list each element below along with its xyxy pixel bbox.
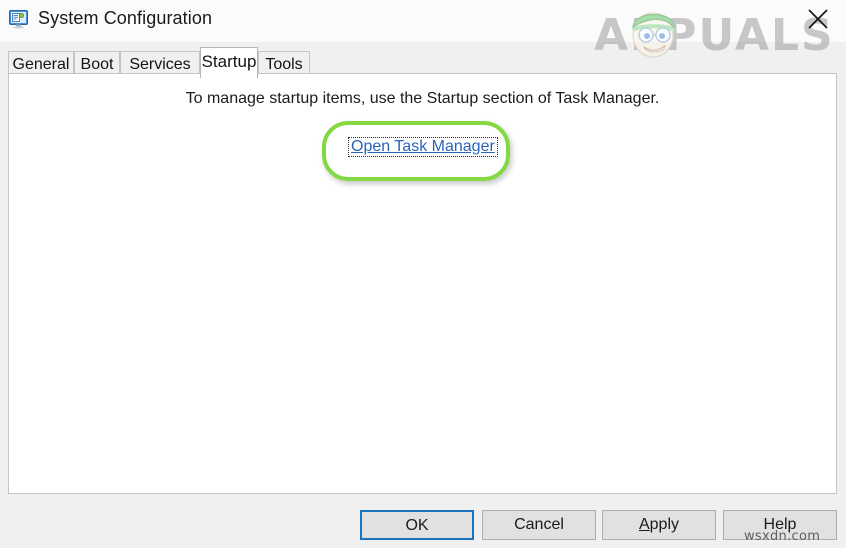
cancel-button[interactable]: Cancel [482,510,596,540]
startup-tab-panel: To manage startup items, use the Startup… [8,73,837,494]
instruction-text: To manage startup items, use the Startup… [185,90,660,107]
tab-startup[interactable]: Startup [200,47,258,78]
apply-button-mnemonic: A [638,516,650,533]
system-configuration-window: System Configuration APPUALS General Boo… [0,0,846,548]
title-bar: System Configuration APPUALS [0,0,846,61]
window-title: System Configuration [38,8,213,28]
apply-button[interactable]: Apply [602,510,716,540]
open-task-manager-focus-rect: Open Task Manager [348,137,498,157]
ok-button[interactable]: OK [360,510,474,540]
help-button[interactable]: Help [723,510,837,540]
apply-button-label: pply [649,516,680,533]
close-icon[interactable] [801,3,835,35]
open-task-manager-link[interactable]: Open Task Manager [351,138,495,155]
system-configuration-monitor-icon [9,10,30,29]
